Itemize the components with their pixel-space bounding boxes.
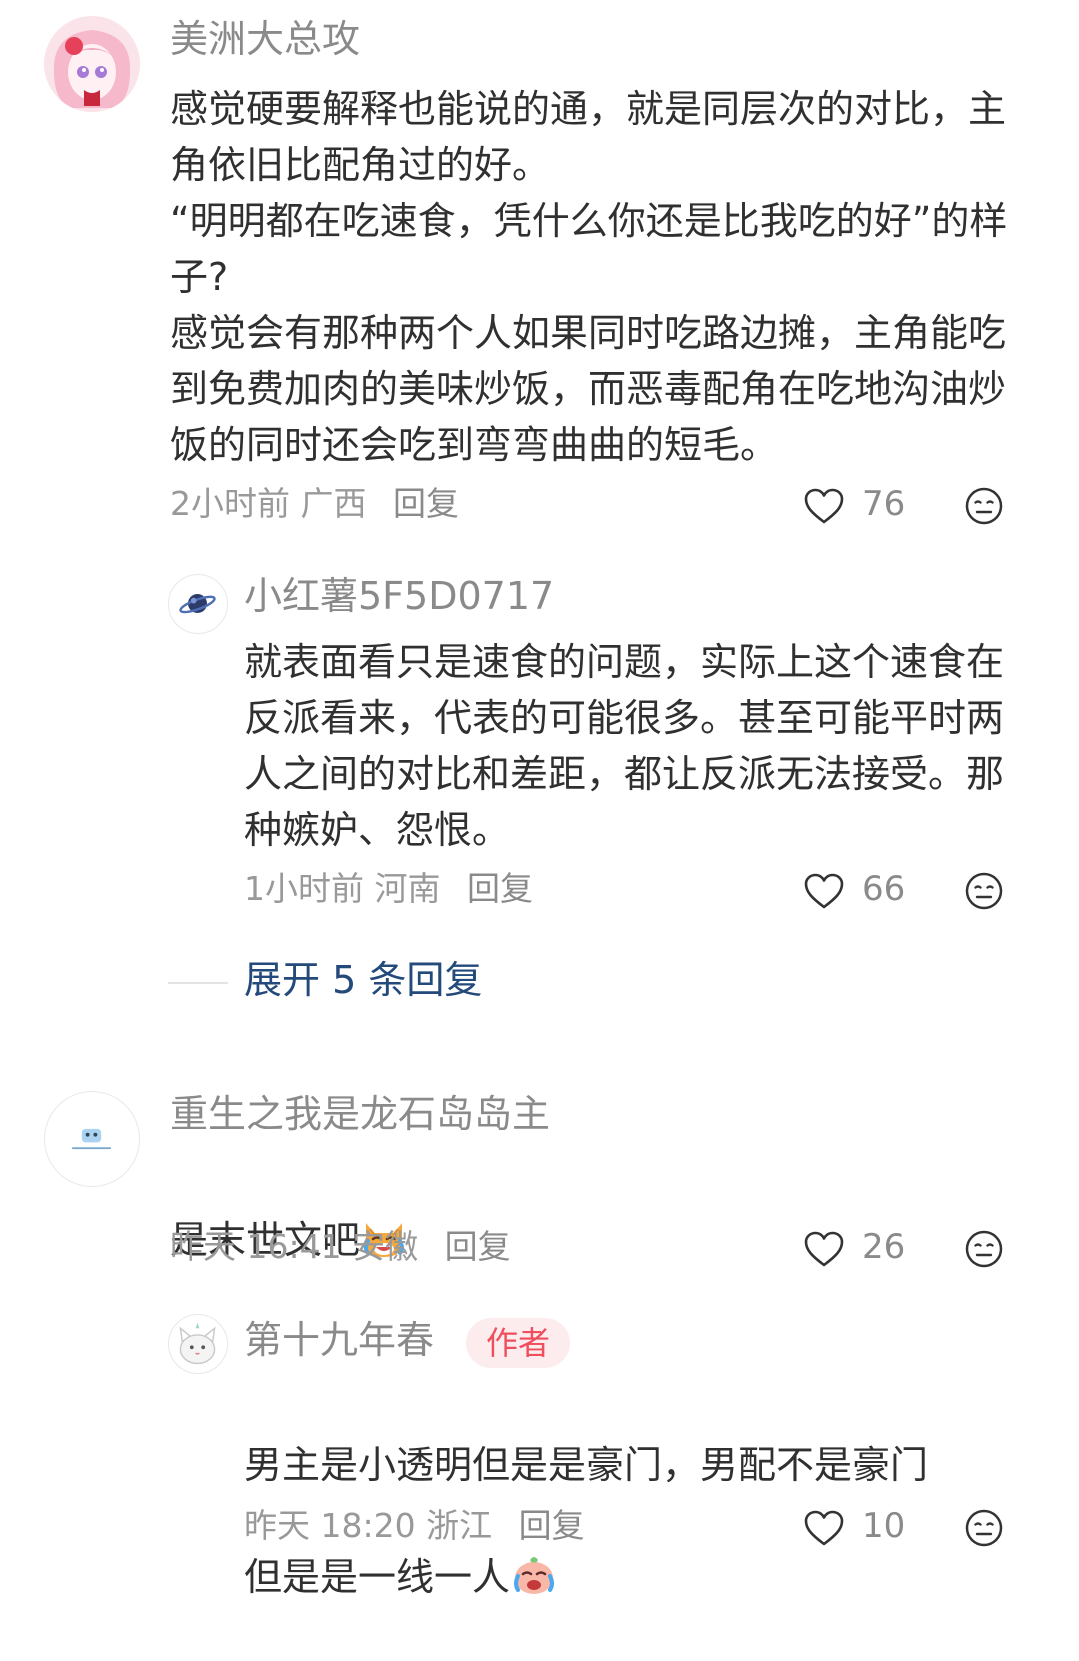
comment-time: 昨天 16:41 [170,1227,342,1266]
neutral-face-icon[interactable] [964,1229,1004,1269]
like-count: 10 [862,1506,906,1546]
avatar[interactable] [44,16,140,112]
reply-button[interactable]: 回复 [445,1227,511,1266]
comment-username[interactable]: 美洲大总攻 [170,17,360,63]
comment-time: 2小时前 [170,484,290,523]
reply-text-line: 但是是一线一人 [244,1549,1034,1605]
comment-meta: 2小时前 广西 回复 [170,484,459,524]
reply-username[interactable]: 第十九年春 [244,1318,434,1364]
author-badge: 作者 [466,1318,571,1368]
reply-text: 就表面看只是速食的问题，实际上这个速食在反派看来，代表的可能很多。甚至可能平时两… [244,640,1005,852]
heart-outline-icon[interactable] [803,1509,845,1547]
planet-icon [179,594,216,614]
like-count: 76 [862,484,906,524]
reply-text-content: 但是是一线一人 [244,1555,511,1599]
neutral-face-icon[interactable] [964,1508,1004,1548]
like-count: 26 [862,1227,906,1267]
like-count: 66 [862,869,906,909]
reply-button[interactable]: 回复 [519,1506,585,1545]
reply-meta: 昨天 18:20 浙江 回复 [244,1506,585,1546]
comment-meta: 昨天 16:41 安徽 回复 [170,1227,511,1267]
crying-baby-emoji-icon [514,1557,555,1594]
comment-username[interactable]: 重生之我是龙石岛岛主 [170,1092,550,1138]
expand-divider [168,982,228,984]
comment-text: 感觉硬要解释也能说的通，就是同层次的对比，主角依旧比配角过的好。 “明明都在吃速… [170,87,1008,467]
expand-replies-link[interactable]: 展开 5 条回复 [244,958,482,1004]
avatar[interactable] [168,574,228,634]
heart-outline-icon[interactable] [803,487,845,525]
reply-text-line: 男主是小透明但是是豪门，男配不是豪门 [244,1443,929,1487]
heart-outline-icon[interactable] [803,1230,845,1268]
reply-location: 浙江 [426,1506,493,1545]
reply-meta: 1小时前 河南 回复 [244,869,533,909]
reply-time: 昨天 18:20 [244,1506,416,1545]
reply-button[interactable]: 回复 [393,484,459,523]
comment-location: 广西 [300,484,367,523]
reply-location: 河南 [374,869,441,908]
avatar[interactable] [44,1091,140,1187]
reply-time: 1小时前 [244,869,364,908]
neutral-face-icon[interactable] [964,871,1004,911]
avatar[interactable] [168,1314,228,1374]
reply-button[interactable]: 回复 [467,869,533,908]
neutral-face-icon[interactable] [964,486,1004,526]
reply-username[interactable]: 小红薯5F5D0717 [244,574,554,620]
heart-outline-icon[interactable] [803,872,845,910]
comment-location: 安徽 [352,1227,419,1266]
